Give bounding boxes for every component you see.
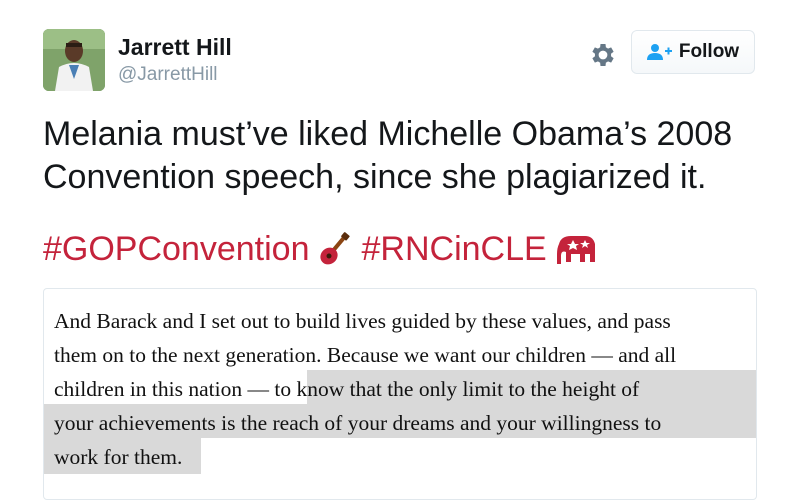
user-handle[interactable]: @JarrettHill [118, 64, 218, 86]
quote-line: children in this nation — to know that t… [54, 372, 754, 406]
quote-line: them on to the next generation. Because … [54, 343, 677, 367]
avatar-image [43, 29, 105, 91]
quote-text: And Barack and I set out to build lives … [54, 304, 754, 474]
hashtags-row: #GOPConvention #RNCinCLE [43, 227, 609, 271]
quote-line: work for them. [54, 445, 183, 469]
gear-icon[interactable] [588, 40, 618, 70]
guitar-emoji-icon [318, 232, 352, 266]
follow-person-plus-icon [646, 44, 672, 60]
quote-line-part: children in this nation — [54, 377, 275, 401]
quote-line: And Barack and I set out to build lives … [54, 309, 671, 333]
hashtag-rnc-in-cle[interactable]: #RNCinCLE [362, 227, 547, 271]
user-name[interactable]: Jarrett Hill [118, 34, 232, 61]
quote-line-part-highlighted: to know that the only limit to the heigh… [274, 377, 640, 401]
tweet-text: Melania must’ve liked Michelle Obama’s 2… [43, 113, 763, 199]
avatar[interactable] [43, 29, 105, 91]
tweet-text-line: Convention speech, since she plagiarized… [43, 158, 707, 196]
follow-button[interactable]: Follow [631, 30, 755, 74]
tweet-text-line: Melania must’ve liked Michelle Obama’s 2… [43, 115, 733, 153]
elephant-emoji-icon [555, 232, 599, 266]
quote-line: your achievements is the reach of your d… [54, 411, 662, 435]
hashtag-gop-convention[interactable]: #GOPConvention [43, 227, 310, 271]
quote-card: And Barack and I set out to build lives … [43, 288, 757, 500]
follow-label: Follow [678, 41, 740, 62]
